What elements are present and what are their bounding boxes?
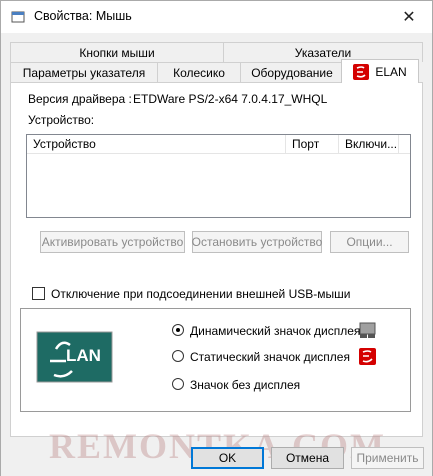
cancel-button[interactable]: Отмена bbox=[271, 447, 344, 469]
title-bar: Свойства: Мышь ✕ bbox=[1, 1, 432, 33]
apply-button[interactable]: Применить bbox=[351, 447, 424, 469]
devices-label: Устройство: bbox=[28, 113, 95, 127]
tab-wheel[interactable]: Колесико bbox=[157, 62, 241, 82]
tab-row-bottom: Параметры указателя Колесико Оборудовани… bbox=[10, 62, 344, 82]
radio-static-icon[interactable] bbox=[172, 350, 184, 362]
driver-version-label: Версия драйвера : bbox=[28, 92, 132, 106]
stop-device-button[interactable]: Остановить устройство bbox=[192, 231, 322, 253]
window-title: Свойства: Мышь bbox=[34, 9, 132, 23]
radio-no-icon[interactable] bbox=[172, 378, 184, 390]
devices-list-header: Устройство Порт Включи... bbox=[27, 135, 410, 154]
driver-version-value: ETDWare PS/2-x64 7.0.4.17_WHQL bbox=[133, 92, 328, 106]
usb-disable-checkbox[interactable] bbox=[32, 287, 45, 300]
touchpad-icon bbox=[359, 322, 376, 338]
tab-elan-label: ELAN bbox=[375, 64, 407, 79]
radio-static-label: Статический значок дисплея bbox=[190, 350, 350, 364]
tab-elan[interactable]: ELAN bbox=[341, 59, 419, 83]
radio-no-icon-label: Значок без дисплея bbox=[190, 378, 301, 392]
tab-pointer-options[interactable]: Параметры указателя bbox=[10, 62, 158, 82]
column-port[interactable]: Порт bbox=[286, 135, 339, 154]
mouse-properties-icon bbox=[11, 11, 25, 23]
column-device[interactable]: Устройство bbox=[27, 135, 286, 154]
radio-dynamic-label: Динамический значок дисплея bbox=[190, 324, 361, 338]
ok-button[interactable]: OK bbox=[191, 447, 264, 469]
tab-hardware[interactable]: Оборудование bbox=[240, 62, 344, 82]
elan-icon bbox=[353, 63, 370, 80]
options-button[interactable]: Опции... bbox=[330, 231, 409, 253]
activate-device-button[interactable]: Активировать устройство bbox=[40, 231, 185, 253]
elan-logo-text: LAN bbox=[66, 346, 101, 365]
usb-disable-label: Отключение при подсоединении внешней USB… bbox=[51, 287, 351, 301]
radio-dynamic-icon[interactable] bbox=[172, 324, 184, 336]
elan-red-icon bbox=[359, 348, 376, 365]
column-enabled[interactable]: Включи... bbox=[339, 135, 399, 154]
mouse-properties-dialog: Свойства: Мышь ✕ Кнопки мыши Указатели П… bbox=[0, 0, 433, 476]
tab-mouse-buttons[interactable]: Кнопки мыши bbox=[10, 42, 224, 62]
close-icon[interactable]: ✕ bbox=[386, 1, 432, 33]
elan-logo: LAN bbox=[36, 331, 113, 383]
devices-list[interactable]: Устройство Порт Включи... bbox=[26, 134, 411, 218]
